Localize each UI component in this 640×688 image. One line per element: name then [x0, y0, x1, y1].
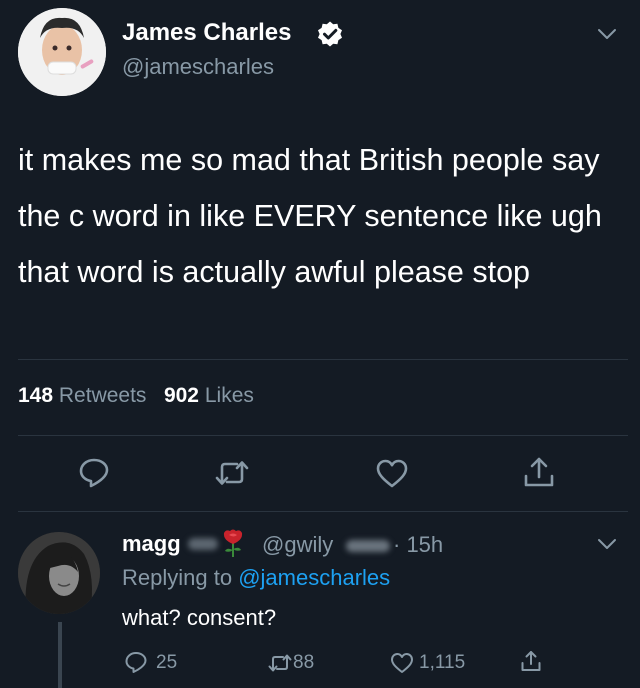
redacted-name-blur [188, 538, 218, 550]
reply-avatar-image [18, 532, 100, 614]
chevron-down-icon[interactable] [596, 26, 618, 42]
reply-avatar[interactable] [18, 532, 100, 614]
like-icon[interactable] [390, 651, 414, 675]
likes-label[interactable]: Likes [205, 384, 254, 407]
rose-emoji-icon [223, 529, 243, 557]
redacted-handle-blur [346, 540, 390, 552]
retweets-label[interactable]: Retweets [59, 384, 147, 407]
handle[interactable]: @jamescharles [122, 54, 274, 80]
display-name[interactable]: James Charles [122, 19, 291, 47]
retweet-count[interactable]: 88 [293, 652, 314, 674]
like-count[interactable]: 1,115 [419, 652, 465, 674]
reply-icon[interactable] [77, 455, 111, 489]
retweet-icon[interactable] [215, 456, 249, 490]
reply-display-name[interactable]: magg [122, 531, 181, 557]
chevron-down-icon[interactable] [596, 536, 618, 552]
avatar-image [18, 8, 106, 96]
replying-prefix: Replying to [122, 565, 233, 590]
retweets-count[interactable]: 148 [18, 384, 53, 407]
tweet-screen: James Charles @jamescharles it makes me … [0, 0, 640, 688]
reply-count[interactable]: 25 [156, 652, 177, 674]
divider [18, 435, 628, 436]
like-icon[interactable] [375, 457, 409, 491]
tweet-text: it makes me so mad that British people s… [18, 143, 602, 289]
reply-icon[interactable] [124, 650, 148, 674]
reply-timestamp[interactable]: · 15h [393, 532, 443, 558]
retweet-icon[interactable] [268, 651, 292, 675]
divider [18, 511, 628, 512]
avatar[interactable] [18, 8, 106, 96]
replying-to: Replying to @jamescharles [122, 565, 390, 591]
thread-line [58, 622, 62, 688]
share-icon[interactable] [522, 455, 556, 489]
tweet-stats: 148 Retweets 902 Likes [18, 384, 254, 408]
share-icon[interactable] [519, 649, 543, 673]
replying-to-mention[interactable]: @jamescharles [238, 565, 390, 590]
reply-text: what? consent? [122, 605, 277, 630]
verified-badge-icon [318, 21, 342, 47]
likes-count[interactable]: 902 [164, 384, 199, 407]
divider [18, 359, 628, 360]
reply-handle[interactable]: @gwily [262, 532, 333, 558]
